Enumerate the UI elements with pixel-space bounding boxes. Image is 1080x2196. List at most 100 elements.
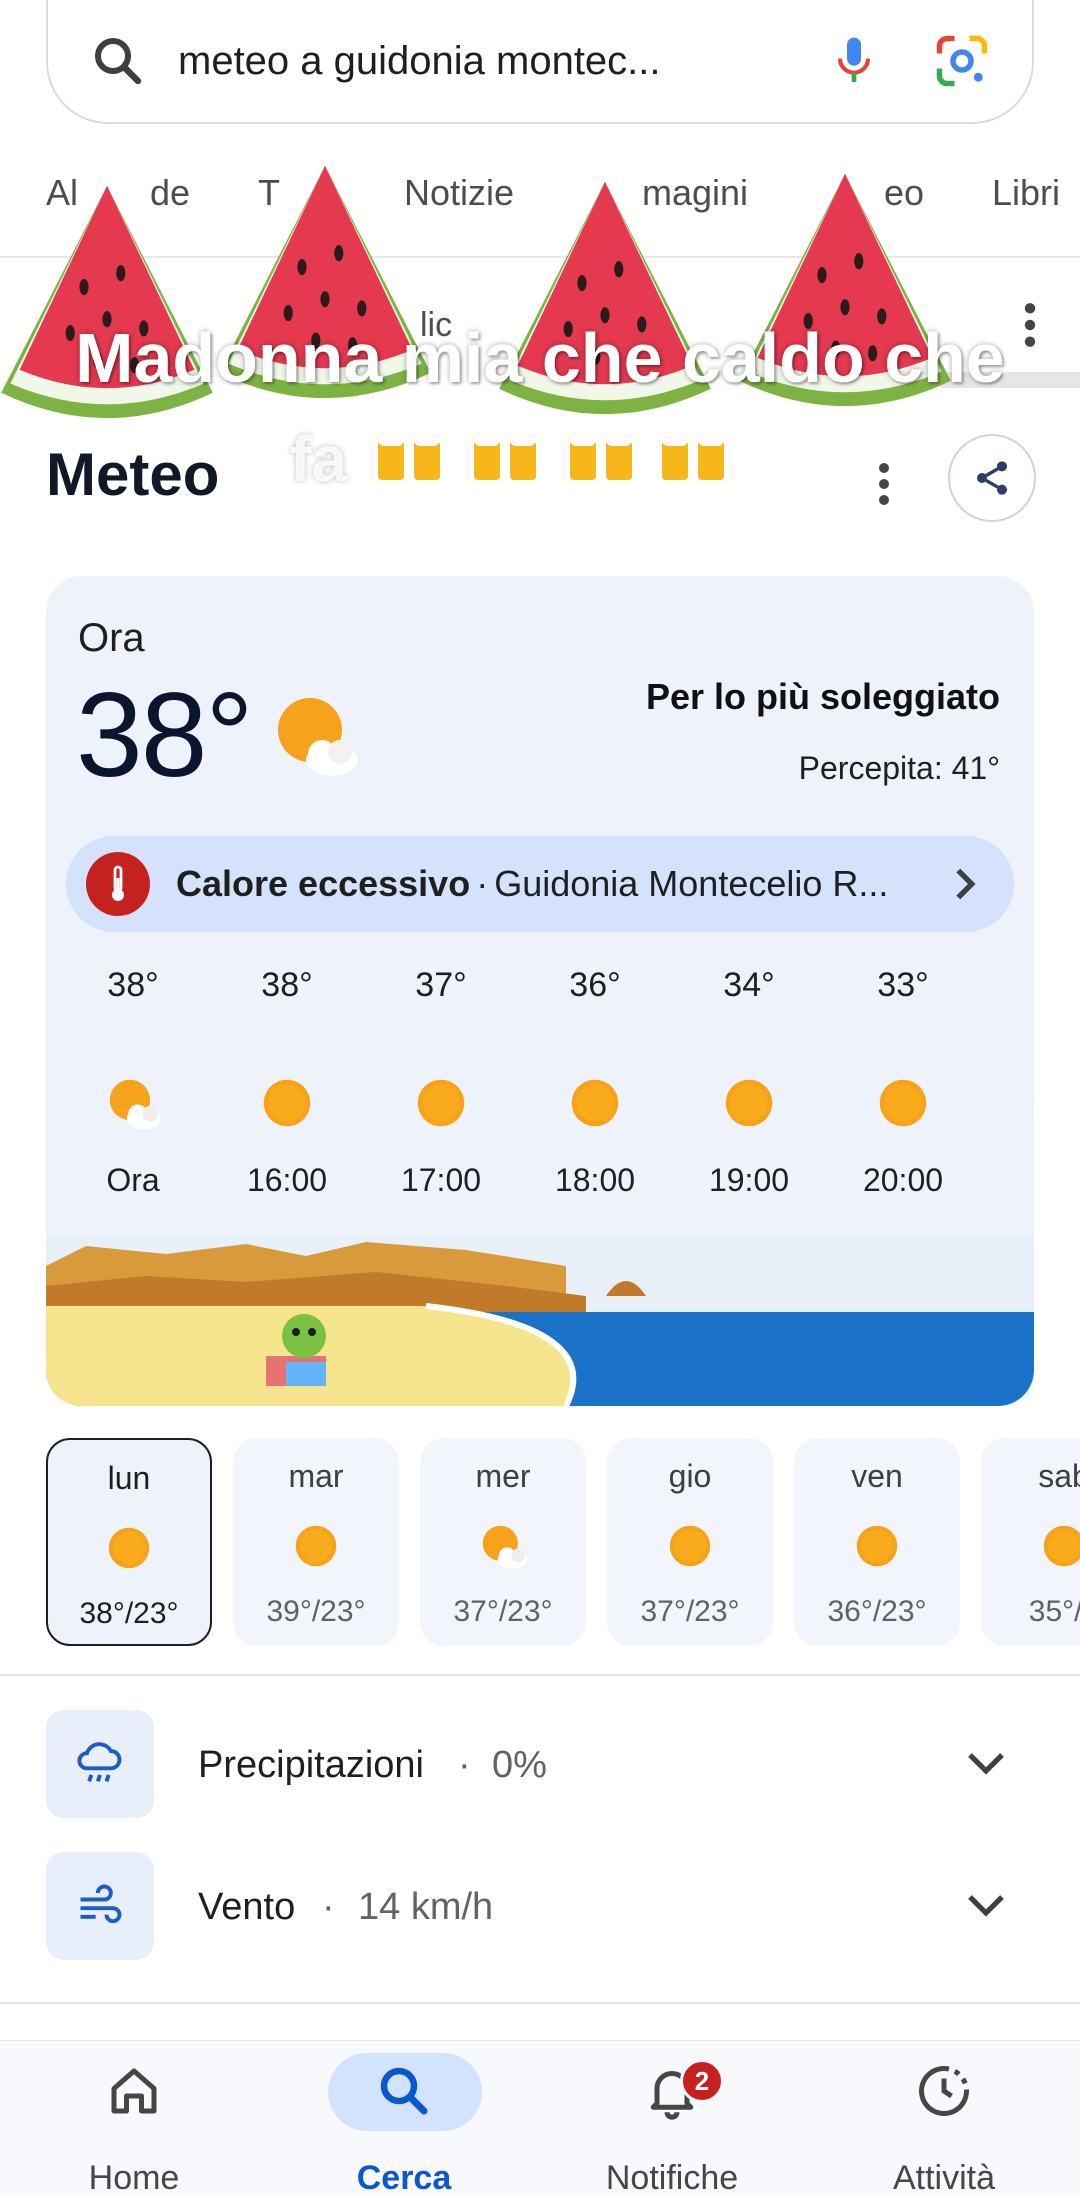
hourly-temperature: 38°	[261, 966, 313, 1004]
tab-news[interactable]: Notizie	[404, 172, 514, 214]
sun-icon	[879, 1079, 927, 1127]
hourly-time: 16:00	[246, 1162, 328, 1198]
day-card[interactable]: mer 37°/23°	[420, 1438, 586, 1646]
hourly-temperature: 38°	[107, 966, 159, 1004]
precipitation-dot: ·	[458, 1744, 471, 1786]
heat-alert[interactable]: Calore eccessivo · Guidonia Montecelio R…	[66, 836, 1014, 932]
wind-icon	[46, 1852, 154, 1960]
precipitation-label: Precipitazioni	[198, 1744, 424, 1786]
hourly-item[interactable]: 33° 20:00	[838, 966, 968, 1199]
chevron-down-icon[interactable]	[966, 1890, 1006, 1920]
hourly-item[interactable]: 38° 16:00	[222, 966, 352, 1199]
day-card[interactable]: lun 38°/23°	[46, 1438, 212, 1646]
beer-mugs-icon	[570, 434, 632, 480]
day-card[interactable]: ven 36°/23°	[794, 1438, 960, 1646]
hourly-temperature	[992, 966, 1034, 1016]
tab-books[interactable]: Libri	[992, 172, 1060, 214]
wind-row[interactable]: Vento · 14 km/h	[0, 1852, 1080, 1962]
more-options-icon[interactable]	[1020, 300, 1040, 350]
tab-t[interactable]: T	[258, 172, 280, 214]
alert-title: Calore eccessivo	[176, 863, 471, 904]
tab-images[interactable]: magini	[642, 172, 748, 214]
hourly-time: 2	[992, 1162, 1034, 1199]
day-temperature-range: 37°/23°	[453, 1595, 553, 1628]
nav-notifications[interactable]: 2 Notifiche	[572, 2041, 772, 2196]
hourly-item[interactable]: 38° Ora	[68, 966, 198, 1199]
day-card[interactable]: mar 39°/23°	[233, 1438, 399, 1646]
bottom-navigation: Home Cerca 2 Notifiche Attività	[0, 2040, 1080, 2196]
hourly-item[interactable]: 2	[992, 966, 1034, 1199]
hourly-temperature: 34°	[723, 966, 775, 1004]
chevron-down-icon[interactable]	[966, 1748, 1006, 1778]
feels-like: Percepita: 41°	[798, 750, 1000, 786]
search-icon	[95, 38, 142, 85]
day-name: mar	[288, 1458, 344, 1494]
current-temperature: 38°	[76, 668, 253, 802]
hourly-item[interactable]: 34° 19:00	[684, 966, 814, 1199]
day-card[interactable]: sab 35°/2	[981, 1438, 1080, 1646]
day-temperature-range: 39°/23°	[266, 1595, 366, 1628]
caption-line-2: fa	[290, 423, 347, 495]
tab-all-suffix[interactable]: de	[150, 172, 190, 214]
beer-mugs-icon	[474, 434, 536, 480]
alert-separator: ·	[476, 863, 489, 904]
more-options-icon[interactable]	[874, 460, 894, 508]
rain-cloud-icon	[46, 1710, 154, 1818]
day-card[interactable]: gio 37°/23°	[607, 1438, 773, 1646]
day-name: lun	[107, 1460, 151, 1496]
day-name: sab	[1038, 1458, 1080, 1494]
wind-dot: ·	[322, 1886, 335, 1928]
day-temperature-range: 35°/2	[1028, 1595, 1080, 1628]
partly-sunny-icon	[482, 1525, 528, 1569]
nav-notifications-label: Notifiche	[605, 2159, 739, 2196]
tab-all[interactable]: Al	[46, 172, 78, 214]
filter-partial-text: lic	[420, 306, 453, 344]
hourly-forecast: 38° Ora 38° 16:00 37° 17:00 36° 18:00 34° 19:00 33…	[46, 966, 1034, 1206]
nav-search-label: Cerca	[356, 2159, 452, 2196]
hourly-time: 18:00	[554, 1162, 636, 1198]
search-tabs: Al de T Notizie magini eo Libri	[0, 148, 1080, 258]
nav-activity-label: Attività	[892, 2159, 996, 2196]
filter-row: lic	[0, 260, 1080, 380]
nav-search[interactable]: Cerca	[304, 2041, 504, 2196]
search-query[interactable]: meteo a guidonia montec...	[178, 39, 826, 84]
sun-icon	[108, 1527, 150, 1569]
hourly-time: 19:00	[708, 1162, 790, 1198]
precipitation-value: 0%	[492, 1744, 547, 1786]
sun-icon	[571, 1079, 619, 1127]
lens-icon[interactable]	[932, 31, 992, 91]
sun-icon	[1043, 1525, 1080, 1567]
thermometer-icon	[86, 852, 150, 916]
divider	[0, 2002, 1080, 2004]
search-icon	[380, 2067, 428, 2115]
partly-sunny-icon	[278, 698, 358, 776]
weather-card: Ora 38° Per lo più soleggiato Percepita:…	[46, 576, 1034, 1406]
activity-icon	[919, 2066, 969, 2116]
partly-sunny-icon	[109, 1079, 161, 1130]
beer-mugs-icon	[378, 434, 440, 480]
nav-activity[interactable]: Attività	[844, 2041, 1044, 2196]
share-button[interactable]	[948, 434, 1036, 522]
nav-home[interactable]: Home	[34, 2041, 234, 2196]
sun-icon	[1033, 1099, 1034, 1107]
divider	[0, 1674, 1080, 1676]
sun-icon	[856, 1525, 898, 1567]
share-icon	[977, 461, 1007, 495]
day-temperature-range: 38°/23°	[79, 1597, 179, 1630]
hourly-item[interactable]: 36° 18:00	[530, 966, 660, 1199]
now-label: Ora	[78, 616, 145, 660]
beer-mugs-icon	[662, 434, 724, 480]
section-title: Meteo	[46, 441, 220, 508]
hourly-item[interactable]: 37° 17:00	[376, 966, 506, 1199]
day-temperature-range: 37°/23°	[640, 1595, 740, 1628]
search-bar[interactable]: meteo a guidonia montec...	[46, 0, 1034, 124]
sun-icon	[263, 1079, 311, 1127]
wind-label: Vento	[198, 1886, 296, 1928]
day-name: gio	[668, 1458, 712, 1494]
sun-icon	[669, 1525, 711, 1567]
precipitation-row[interactable]: Precipitazioni · 0%	[0, 1710, 1080, 1820]
mic-icon[interactable]	[826, 33, 882, 89]
hourly-time: 20:00	[862, 1162, 944, 1198]
tab-video[interactable]: eo	[884, 172, 924, 214]
hourly-time: 17:00	[400, 1162, 482, 1198]
